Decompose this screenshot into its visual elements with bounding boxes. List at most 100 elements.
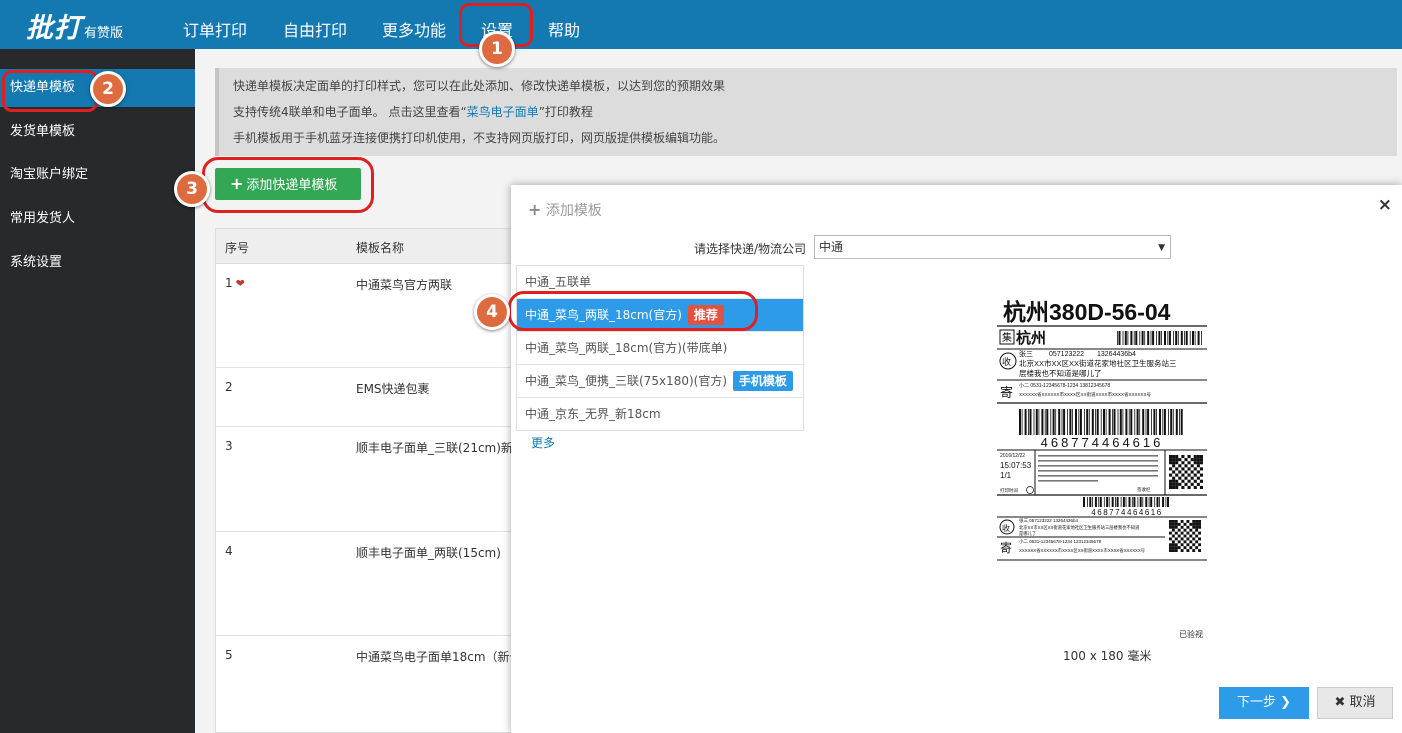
print-date: 2016/12/22 — [1000, 453, 1025, 459]
sender-line: 小二 0531-12345678-1234 13812345678 — [1019, 382, 1110, 389]
row-template-name: 顺丰电子面单_三联(21cm)新 — [356, 441, 513, 455]
sender-address-small: XXXXXX省XXXXXX市XXXX区XX街道XXXX市XXXX省XXXXXX号 — [1019, 547, 1145, 554]
mobile-template-tag: 手机模板 — [732, 371, 793, 391]
app-logo[interactable]: 批打 有赞版 — [26, 6, 123, 45]
receiver-address-line1: 北京XX市XX区XX街道花家地社区卫生服务站三 — [1019, 358, 1177, 368]
sidebar-item-common-sender[interactable]: 常用发货人 — [0, 200, 195, 238]
table-row[interactable]: 4 顺丰电子面单_两联(15cm) — [216, 532, 516, 636]
table-header: 序号 模板名称 — [216, 229, 516, 264]
template-option-label: 中通_京东_无界_新18cm — [525, 407, 661, 421]
receiver-address-small-2: 是哪儿了 — [1019, 530, 1036, 537]
receiver-mobile: 13264436b4 — [1097, 351, 1136, 358]
close-icon[interactable]: × — [1378, 195, 1392, 215]
highlight-add-button — [202, 157, 374, 213]
sidebar-item-taobao-binding[interactable]: 淘宝账户绑定 — [0, 156, 195, 194]
receiver-mark: 收 — [1002, 356, 1011, 367]
nav-free-print[interactable]: 自由打印 — [283, 17, 347, 41]
template-option-label: 中通_五联单 — [525, 275, 592, 289]
preview-size-label: 100 x 180 毫米 — [1063, 649, 1152, 663]
step-badge-4: 4 — [474, 294, 510, 330]
table-row[interactable]: 1 ❤ 中通菜鸟官方两联 — [216, 264, 516, 368]
info-line-2: 支持传统4联单和电子面单。 点击这里查看“菜鸟电子面单”打印教程 — [233, 103, 593, 120]
dialog-title-text: 添加模板 — [545, 203, 602, 219]
qr-code-icon — [1169, 455, 1203, 489]
template-option-list: 中通_五联单 中通_菜鸟_两联_18cm(官方) 推荐 中通_菜鸟_两联_18c… — [516, 265, 804, 431]
sidebar: 快递单模板 发货单模板 淘宝账户绑定 常用发货人 系统设置 — [0, 49, 195, 733]
logo-main-text: 批打 — [26, 13, 82, 44]
sender-address: XXXXXX省XXXXXX市XXXX区XX街道XXXX市XXXX省XXXXXX号 — [1019, 391, 1152, 398]
highlight-recommended-template — [508, 291, 758, 331]
table-row[interactable]: 3 顺丰电子面单_三联(21cm)新 — [216, 427, 516, 532]
sign-label: 签收栏 — [1137, 486, 1151, 493]
info-line-2-suffix: ”打印教程 — [538, 105, 593, 119]
plus-icon: + — [528, 200, 542, 219]
template-option[interactable]: 中通_京东_无界_新18cm — [517, 398, 803, 431]
piece-count: 1/1 — [1000, 471, 1012, 480]
row-number: 3 — [225, 439, 233, 453]
chevron-right-icon: ❯ — [1280, 695, 1292, 710]
row-number: 4 — [225, 544, 233, 558]
table-row[interactable]: 2 EMS快递包裹 — [216, 368, 516, 427]
row-template-name: 中通菜鸟电子面单18cm（新云 — [356, 650, 522, 664]
template-option[interactable]: 中通_菜鸟_两联_18cm(官方)(带底单) — [517, 332, 803, 365]
template-option[interactable]: 中通_菜鸟_便携_三联(75x180)(官方) 手机模板 — [517, 365, 803, 398]
receiver-address-line2: 层楼我也不知道是哪儿了 — [1019, 368, 1102, 378]
jibao-label: 集 — [1002, 331, 1012, 344]
receiver-address-small: 北京XX市XX区XX街道花家地社区卫生服务站三层楼我也不知道 — [1019, 524, 1140, 531]
sort-code: 杭州380D-56-04 — [1003, 299, 1171, 325]
step-badge-1: 1 — [479, 31, 515, 67]
row-template-name: 顺丰电子面单_两联(15cm) — [356, 546, 501, 560]
step-badge-2: 2 — [90, 71, 126, 107]
info-box: 快递单模板决定面单的打印样式，您可以在此处添加、修改快递单模板，以达到您的预期效… — [215, 68, 1397, 156]
info-line-3: 手机模板用于手机蓝牙连接便携打印机使用，不支持网页版打印，网页版提供模板编辑功能… — [233, 131, 726, 145]
template-option-label: 中通_菜鸟_两联_18cm(官方)(带底单) — [525, 341, 728, 355]
sender-mark-small: 寄 — [1000, 540, 1012, 555]
carrier-select[interactable]: 中通 ▼ — [814, 235, 1171, 259]
tracking-number: 468774464616 — [1041, 435, 1164, 450]
waybill-preview: 杭州380D-56-04 集 杭州 收 张三 057123222 1326443… — [997, 295, 1207, 565]
info-line-1: 快递单模板决定面单的打印样式，您可以在此处添加、修改快递单模板，以达到您的预期效… — [233, 79, 726, 93]
receiver-name: 张三 — [1019, 349, 1033, 358]
highlight-waybill-template — [2, 70, 98, 112]
row-number: 2 — [225, 380, 233, 394]
cancel-label: 取消 — [1349, 695, 1376, 710]
add-template-dialog: + 添加模板 × 请选择快递/物流公司 中通 ▼ 中通_五联单 中通_菜鸟_两联… — [511, 185, 1402, 733]
nav-order-print[interactable]: 订单打印 — [183, 17, 247, 41]
nav-help[interactable]: 帮助 — [548, 17, 580, 41]
more-link[interactable]: 更多 — [531, 434, 555, 451]
caret-down-icon: ▼ — [1158, 243, 1165, 253]
template-option-label: 中通_菜鸟_便携_三联(75x180)(官方) — [525, 374, 728, 388]
checked-label: 已验视 — [1179, 630, 1203, 639]
sender-line-small: 小二 0531-12345678-1234 13312345678 — [1019, 538, 1102, 545]
jibao-city: 杭州 — [1016, 329, 1046, 347]
template-table: 序号 模板名称 1 ❤ 中通菜鸟官方两联 2 EMS快递包裹 3 顺丰电子面单_三… — [215, 228, 522, 733]
next-step-button[interactable]: 下一步 ❯ — [1219, 687, 1309, 719]
tracking-number-small: 468774464616 — [1091, 508, 1162, 517]
nav-more-features[interactable]: 更多功能 — [382, 17, 446, 41]
print-time: 15:07:53 — [1000, 461, 1032, 470]
cancel-button[interactable]: ✖ 取消 — [1317, 687, 1393, 719]
dialog-title: + 添加模板 — [528, 200, 602, 220]
sender-mark: 寄 — [1000, 385, 1013, 400]
table-row[interactable]: 5 中通菜鸟电子面单18cm（新云 — [216, 636, 522, 732]
row-number: 5 — [225, 648, 233, 662]
column-header-name: 模板名称 — [356, 241, 405, 255]
print-time-label: 打印时间 — [1000, 487, 1018, 494]
row-template-name: EMS快递包裹 — [356, 382, 430, 396]
cainiao-tutorial-link[interactable]: 菜鸟电子面单 — [467, 105, 539, 119]
sidebar-item-invoice-template[interactable]: 发货单模板 — [0, 113, 195, 151]
logo-sub-text: 有赞版 — [84, 26, 124, 41]
info-line-2-prefix: 支持传统4联单和电子面单。 点击这里查看“ — [233, 105, 467, 119]
carrier-select-label: 请选择快递/物流公司 — [694, 242, 807, 256]
sidebar-item-system-settings[interactable]: 系统设置 — [0, 244, 195, 282]
row-template-name: 中通菜鸟官方两联 — [356, 278, 453, 292]
receiver-line-small: 张三 057123222 13264436b4 — [1019, 517, 1079, 524]
top-navigation-bar: 批打有赞版 订单打印 自由打印 更多功能 设置 帮助 — [0, 0, 1402, 49]
row-number-value: 1 — [225, 276, 233, 290]
qr-code-icon — [1169, 520, 1201, 552]
column-header-number: 序号 — [225, 241, 250, 255]
receiver-mark-small: 收 — [1002, 523, 1010, 533]
receiver-phone: 057123222 — [1049, 351, 1084, 358]
cross-icon: ✖ — [1334, 695, 1346, 710]
row-number: 1 ❤ — [225, 276, 245, 290]
